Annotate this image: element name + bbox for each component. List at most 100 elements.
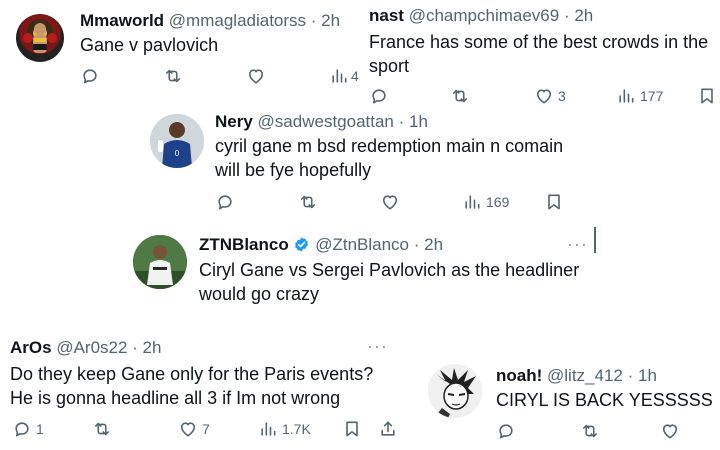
tweet-text: Gane v pavlovich	[80, 35, 219, 55]
fighter-avatar-icon	[23, 23, 57, 53]
verified-badge-icon	[295, 237, 309, 252]
display-name[interactable]: nast	[369, 6, 404, 25]
tweet-text-line: would go crazy	[199, 284, 320, 304]
tweet-aros[interactable]: ArOs @Ar0s22 · 2h ··· Do they keep Gane …	[0, 330, 420, 450]
display-name[interactable]: noah!	[496, 366, 542, 385]
retweet-icon	[450, 86, 470, 106]
like-button[interactable]	[660, 421, 680, 441]
bookmark-icon	[342, 419, 362, 439]
tweet-text: CIRYL IS BACK YESSSSS	[496, 390, 713, 410]
retweet-icon	[92, 419, 112, 439]
bookmark-button[interactable]	[544, 192, 564, 212]
avatar[interactable]	[16, 14, 64, 62]
retweet-icon	[580, 421, 600, 441]
bookmark-button[interactable]	[342, 419, 362, 439]
svg-text:0: 0	[175, 149, 180, 158]
like-count: 3	[558, 88, 566, 104]
reply-icon	[215, 192, 235, 212]
like-button[interactable]	[246, 66, 266, 86]
display-name[interactable]: ZTNBlanco	[199, 235, 289, 254]
heart-icon	[246, 66, 266, 86]
reply-button[interactable]: 1	[12, 419, 44, 439]
views-button[interactable]: 169	[462, 192, 509, 212]
avatar[interactable]: 0	[150, 114, 204, 168]
tweet-noah[interactable]: noah! @litz_412 · 1h CIRYL IS BACK YESSS…	[420, 350, 720, 450]
views-icon	[462, 192, 482, 212]
text-cursor	[594, 227, 596, 253]
views-count: 177	[640, 88, 664, 104]
tweet-nery[interactable]: 0 Nery @sadwestgoattan · 1h cyril gane m…	[140, 108, 600, 223]
timestamp[interactable]: · 1h	[628, 366, 657, 385]
avatar[interactable]	[133, 235, 187, 289]
like-button[interactable]: 7	[178, 419, 210, 439]
tweet-ztnblanco[interactable]: ZTNBlanco @ZtnBlanco · 2h ··· Ciryl Gane…	[125, 225, 605, 315]
tweet-text-line: Ciryl Gane vs Sergei Pavlovich as the he…	[199, 260, 580, 280]
reply-icon	[80, 66, 100, 86]
bookmark-icon	[697, 86, 717, 106]
user-handle[interactable]: @mmagladiatorss	[169, 11, 306, 30]
retweet-button[interactable]	[450, 86, 470, 106]
like-button[interactable]: 3	[534, 86, 566, 106]
tweet-text-line: cyril gane m bsd redemption main n comai…	[215, 136, 564, 156]
timestamp[interactable]: · 2h	[414, 235, 443, 254]
more-options-button[interactable]: ···	[567, 234, 588, 255]
views-button[interactable]: 1.7K	[258, 419, 311, 439]
tweet-text-line: France has some of the best crowds in th…	[369, 32, 709, 52]
views-icon	[616, 86, 636, 106]
timestamp[interactable]: · 2h	[311, 11, 340, 30]
display-name[interactable]: Nery	[215, 112, 253, 131]
tweet-text-line: sport	[369, 56, 410, 76]
reply-icon	[12, 419, 32, 439]
player-avatar-icon: 0	[150, 114, 204, 168]
heart-icon	[660, 421, 680, 441]
retweet-button[interactable]	[163, 66, 183, 86]
heart-icon	[534, 86, 554, 106]
bookmark-icon	[544, 192, 564, 212]
user-handle[interactable]: @champchimaev69	[409, 6, 560, 25]
fighter-avatar-icon	[133, 235, 187, 289]
reply-button[interactable]	[215, 192, 235, 212]
tweet-mmaworld[interactable]: Mmaworld @mmagladiatorss · 2h Gane v pav…	[0, 0, 365, 100]
views-count: 169	[486, 194, 510, 210]
bookmark-button[interactable]	[697, 86, 717, 106]
user-handle[interactable]: @litz_412	[547, 366, 623, 385]
retweet-button[interactable]	[92, 419, 112, 439]
reply-button[interactable]	[369, 86, 389, 106]
reply-button[interactable]	[80, 66, 100, 86]
like-count: 7	[202, 421, 210, 437]
timestamp[interactable]: · 2h	[132, 338, 161, 357]
views-count: 4	[351, 68, 359, 84]
views-icon	[258, 419, 278, 439]
display-name[interactable]: Mmaworld	[80, 11, 164, 30]
reply-button[interactable]	[496, 421, 516, 441]
reply-icon	[369, 86, 389, 106]
share-button[interactable]	[378, 419, 398, 439]
share-icon	[378, 419, 398, 439]
reply-count: 1	[36, 421, 44, 437]
more-options-button[interactable]: ···	[367, 336, 388, 357]
user-handle[interactable]: @Ar0s22	[56, 338, 127, 357]
views-button[interactable]: 177	[616, 86, 663, 106]
heart-icon	[178, 419, 198, 439]
manga-avatar-icon	[428, 364, 482, 418]
user-handle[interactable]: @sadwestgoattan	[258, 112, 394, 131]
retweet-button[interactable]	[580, 421, 600, 441]
retweet-icon	[163, 66, 183, 86]
heart-icon	[380, 192, 400, 212]
tweet-text-line: He is gonna headline all 3 if Im not wro…	[10, 388, 341, 408]
reply-icon	[496, 421, 516, 441]
user-handle[interactable]: @ZtnBlanco	[315, 235, 409, 254]
tweet-text-line: will be fye hopefully	[215, 160, 372, 180]
views-button[interactable]: 4	[329, 66, 359, 86]
avatar[interactable]	[428, 364, 482, 418]
timestamp[interactable]: · 1h	[399, 112, 428, 131]
like-button[interactable]	[380, 192, 400, 212]
retweet-button[interactable]	[298, 192, 318, 212]
views-count: 1.7K	[282, 421, 311, 437]
views-icon	[329, 66, 349, 86]
tweet-text-line: Do they keep Gane only for the Paris eve…	[10, 364, 374, 384]
retweet-icon	[298, 192, 318, 212]
tweet-nast[interactable]: nast @champchimaev69 · 2h France has som…	[366, 0, 720, 112]
timestamp[interactable]: · 2h	[564, 6, 593, 25]
display-name[interactable]: ArOs	[10, 338, 52, 357]
